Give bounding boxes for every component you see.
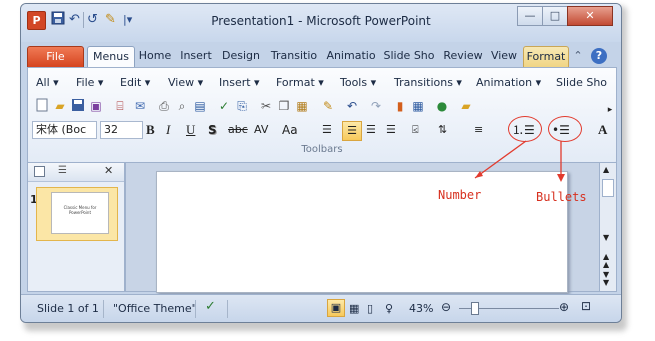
- bullets-annotation: Bullets: [536, 190, 587, 204]
- annotation-arrows: [474, 140, 565, 182]
- number-arrow: [474, 140, 527, 179]
- number-annotation: Number: [438, 188, 482, 202]
- bullets-arrowhead: [557, 174, 565, 182]
- number-arrowhead: [475, 171, 483, 178]
